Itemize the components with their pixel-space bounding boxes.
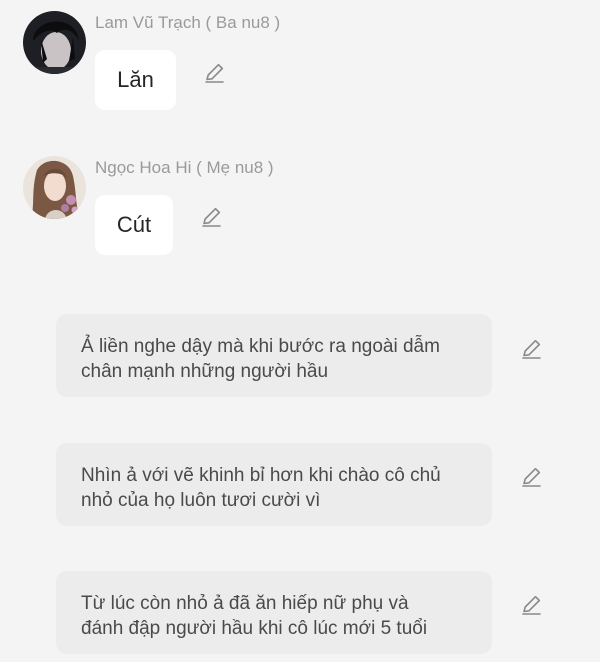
- dark-haired-man-avatar-icon: [23, 11, 86, 74]
- narration-line: đánh đập người hầu khi cô lúc mới 5 tuổi: [81, 618, 428, 639]
- pencil-edit-icon[interactable]: [519, 337, 543, 361]
- sender-name: Ngọc Hoa Hi ( Mẹ nu8 ): [95, 158, 274, 177]
- narration-line: Từ lúc còn nhỏ ả đã ăn hiếp nữ phụ và: [81, 593, 409, 614]
- message-bubble[interactable]: Cút: [95, 195, 173, 255]
- message-bubble[interactable]: Lăn: [95, 50, 176, 110]
- avatar-lam-vu-trach[interactable]: [23, 11, 86, 74]
- narration-line: nhỏ của họ luôn tươi cười vì: [81, 490, 321, 511]
- pencil-edit-icon[interactable]: [199, 205, 223, 229]
- woman-with-flowers-avatar-icon: [23, 156, 86, 219]
- narration-box[interactable]: Nhìn ả với vẽ khinh bỉ hơn khi chào cô c…: [56, 443, 492, 526]
- narration-box[interactable]: Từ lúc còn nhỏ ả đã ăn hiếp nữ phụ và đá…: [56, 571, 492, 654]
- avatar-ngoc-hoa-hi[interactable]: [23, 156, 86, 219]
- narration-line: Ả liền nghe dậy mà khi bước ra ngoài dẫm: [81, 336, 440, 357]
- pencil-edit-icon[interactable]: [519, 465, 543, 489]
- narration-line: Nhìn ả với vẽ khinh bỉ hơn khi chào cô c…: [81, 465, 441, 486]
- sender-name: Lam Vũ Trạch ( Ba nu8 ): [95, 13, 281, 32]
- narration-line: chân mạnh những người hầu: [81, 361, 329, 382]
- pencil-edit-icon[interactable]: [202, 61, 226, 85]
- pencil-edit-icon[interactable]: [519, 593, 543, 617]
- narration-box[interactable]: Ả liền nghe dậy mà khi bước ra ngoài dẫm…: [56, 314, 492, 397]
